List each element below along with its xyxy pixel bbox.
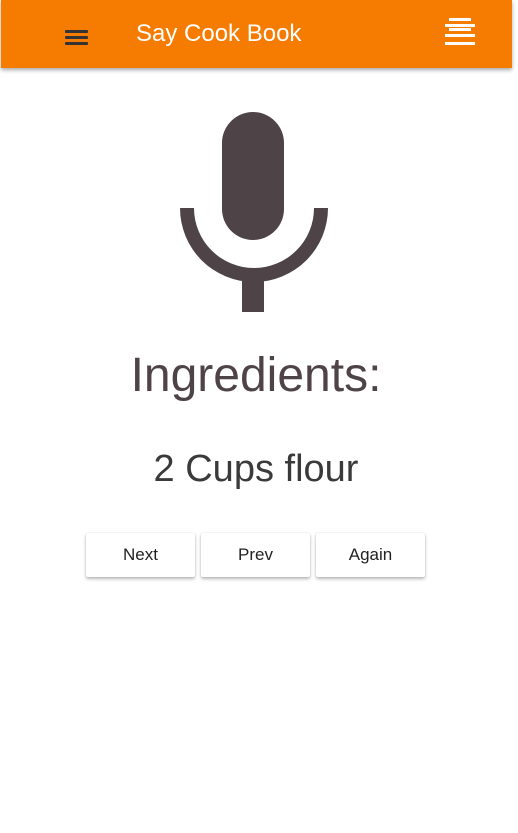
app-title: Say Cook Book: [136, 20, 302, 47]
recipe-list-button[interactable]: [439, 14, 477, 50]
menu-icon-line-top: [65, 30, 88, 33]
microphone-icon: [180, 112, 328, 312]
section-title: Ingredients:: [130, 349, 382, 402]
step-navigation: Next Prev Again: [86, 533, 428, 579]
list-icon: [445, 18, 475, 45]
menu-icon-line-middle: [65, 36, 88, 39]
again-button[interactable]: Again: [316, 533, 425, 577]
current-step-text: 2 Cups flour: [153, 448, 359, 490]
say-cook-book-app: Say Cook Book Ingredients: 2 Cups flour …: [0, 0, 518, 833]
menu-button[interactable]: [59, 21, 93, 53]
voice-input-button[interactable]: [178, 112, 330, 314]
app-toolbar: Say Cook Book: [1, 0, 512, 68]
prev-button[interactable]: Prev: [201, 533, 310, 577]
menu-icon-line-bottom: [65, 42, 88, 45]
next-button[interactable]: Next: [86, 533, 195, 577]
